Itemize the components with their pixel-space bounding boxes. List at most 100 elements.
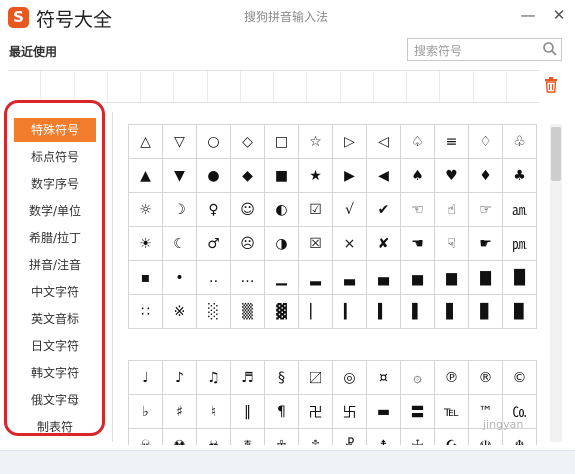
symbol-cell[interactable]: ◁ [367, 125, 401, 159]
symbol-cell[interactable]: ☽ [163, 193, 197, 227]
recent-symbol-slot[interactable] [108, 71, 141, 102]
symbol-cell[interactable]: ☆ [299, 125, 333, 159]
symbol-cell[interactable]: × [333, 227, 367, 261]
search-icon[interactable] [542, 41, 558, 57]
symbol-cell[interactable]: ◀ [367, 159, 401, 193]
symbol-cell[interactable]: ▊ [469, 295, 503, 329]
symbol-cell[interactable]: ☼ [129, 193, 163, 227]
symbol-cell[interactable]: ♭ [129, 395, 163, 429]
symbol-cell[interactable]: ㏘ [503, 227, 537, 261]
symbol-cell[interactable]: ▄ [367, 261, 401, 295]
symbol-cell[interactable]: ♧ [503, 125, 537, 159]
symbol-cell[interactable]: ♬ [231, 361, 265, 395]
symbol-cell[interactable]: ♣ [503, 159, 537, 193]
symbol-cell[interactable]: ◎ [333, 361, 367, 395]
symbol-cell[interactable]: 卐 [333, 395, 367, 429]
symbol-cell[interactable]: ☝ [435, 193, 469, 227]
recent-symbol-slot[interactable] [374, 71, 407, 102]
symbol-cell[interactable]: ▅ [401, 261, 435, 295]
recent-symbol-slot[interactable] [341, 71, 374, 102]
symbol-cell[interactable]: ▓ [265, 295, 299, 329]
symbol-cell[interactable]: ◐ [265, 193, 299, 227]
recent-symbol-slot[interactable] [440, 71, 474, 102]
symbol-cell[interactable]: ℡ [435, 395, 469, 429]
recent-symbol-slot[interactable] [407, 71, 441, 102]
symbol-cell[interactable]: ☚ [401, 227, 435, 261]
symbol-cell[interactable]: ▍ [367, 295, 401, 329]
trash-icon[interactable] [544, 77, 558, 93]
symbol-cell[interactable]: ▋ [435, 295, 469, 329]
symbol-cell[interactable]: ♂ [197, 227, 231, 261]
symbol-cell[interactable]: 〓 [401, 395, 435, 429]
symbol-cell[interactable]: ※ [163, 295, 197, 329]
symbol-cell[interactable]: ♫ [197, 361, 231, 395]
recent-symbol-slot[interactable] [8, 71, 42, 102]
symbol-cell[interactable]: ▎ [333, 295, 367, 329]
symbol-cell[interactable]: ▁ [265, 261, 299, 295]
search-input[interactable] [412, 41, 536, 60]
symbol-cell[interactable]: ☣ [197, 429, 231, 445]
symbol-cell[interactable]: ▉ [503, 295, 537, 329]
symbol-cell[interactable]: ☀ [129, 227, 163, 261]
symbol-cell[interactable]: ≡ [435, 125, 469, 159]
symbol-cell[interactable]: △ [129, 125, 163, 159]
symbol-cell[interactable]: ☞ [469, 193, 503, 227]
symbol-cell[interactable]: ☦ [299, 429, 333, 445]
symbol-cell[interactable]: ◑ [265, 227, 299, 261]
symbol-cell[interactable]: ☩ [401, 429, 435, 445]
symbol-cell[interactable]: ◇ [231, 125, 265, 159]
symbol-cell[interactable]: ▒ [231, 295, 265, 329]
symbol-cell[interactable]: ♮ [197, 395, 231, 429]
symbol-cell[interactable]: ▃ [333, 261, 367, 295]
sidebar-item-8[interactable]: 日文字符 [14, 334, 96, 358]
sidebar-item-7[interactable]: 英文音标 [14, 307, 96, 331]
symbol-cell[interactable]: ■ [265, 159, 299, 193]
symbol-cell[interactable]: ☹ [231, 227, 265, 261]
symbol-cell[interactable]: ♥ [435, 159, 469, 193]
minimize-button[interactable]: — [514, 3, 542, 27]
symbol-cell[interactable]: 卍 [299, 395, 333, 429]
recent-symbol-slot[interactable] [474, 71, 507, 102]
scrollbar-thumb[interactable] [551, 127, 561, 181]
symbol-cell[interactable]: ¤ [367, 361, 401, 395]
sidebar-item-10[interactable]: 俄文字母 [14, 388, 96, 412]
symbol-cell[interactable]: ☪ [435, 429, 469, 445]
symbol-cell[interactable]: ♦ [469, 159, 503, 193]
symbol-cell[interactable]: ● [197, 159, 231, 193]
symbol-cell[interactable]: ○ [197, 125, 231, 159]
symbol-cell[interactable]: ∷ [129, 295, 163, 329]
symbol-cell[interactable]: ♢ [469, 125, 503, 159]
symbol-cell[interactable]: … [231, 261, 265, 295]
sidebar-item-3[interactable]: 数学/单位 [14, 199, 96, 223]
symbol-cell[interactable]: ♯ [163, 395, 197, 429]
symbol-cell[interactable]: ☾ [163, 227, 197, 261]
recent-symbol-slot[interactable] [507, 71, 539, 102]
sidebar-item-9[interactable]: 韩文字符 [14, 361, 96, 385]
symbol-cell[interactable]: ◆ [231, 159, 265, 193]
symbol-cell[interactable]: ‖ [231, 395, 265, 429]
symbol-cell[interactable]: ▪ [129, 261, 163, 295]
symbol-cell[interactable]: ▲ [129, 159, 163, 193]
symbol-cell[interactable]: ▽ [163, 125, 197, 159]
sidebar-item-6[interactable]: 中文字符 [14, 280, 96, 304]
symbol-cell[interactable]: ☫ [469, 429, 503, 445]
symbol-cell[interactable]: ★ [299, 159, 333, 193]
symbol-cell[interactable]: ▼ [163, 159, 197, 193]
symbol-cell[interactable]: © [503, 361, 537, 395]
sidebar-item-11[interactable]: 制表符 [14, 415, 96, 433]
symbol-cell[interactable]: √ [333, 193, 367, 227]
symbol-cell[interactable]: ¶ [265, 395, 299, 429]
symbol-cell[interactable]: • [163, 261, 197, 295]
symbol-cell[interactable]: ▶ [333, 159, 367, 193]
recent-symbol-slot[interactable] [41, 71, 75, 102]
symbol-cell[interactable]: 〼 [299, 361, 333, 395]
recent-symbol-slot[interactable] [208, 71, 241, 102]
sidebar-item-2[interactable]: 数字序号 [14, 172, 96, 196]
symbol-cell[interactable]: ‥ [197, 261, 231, 295]
symbol-cell[interactable]: ☜ [401, 193, 435, 227]
symbol-cell[interactable]: ☛ [469, 227, 503, 261]
symbol-cell[interactable]: ♩ [129, 361, 163, 395]
symbol-cell[interactable]: ۞ [401, 361, 435, 395]
sidebar-item-0[interactable]: 特殊符号 [14, 118, 96, 142]
symbol-cell[interactable]: ☑ [299, 193, 333, 227]
